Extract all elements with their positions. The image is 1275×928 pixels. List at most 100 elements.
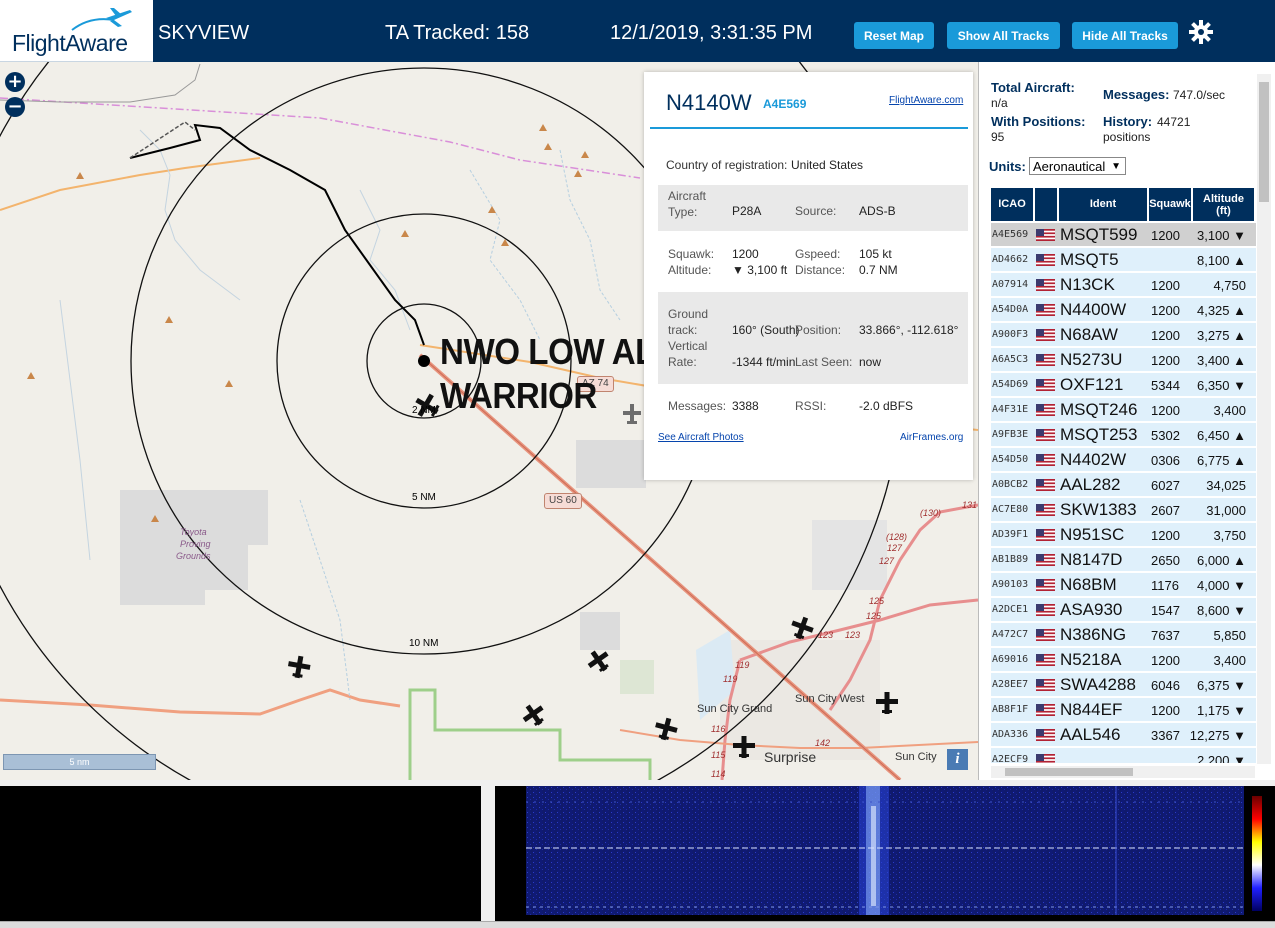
- logo-text: FlightAware: [12, 30, 128, 57]
- row-ident: N4400W: [1060, 300, 1126, 320]
- table-row[interactable]: ADA336AAL546336712,275 ▼: [991, 723, 1256, 747]
- airframes-link[interactable]: AirFrames.org: [900, 432, 963, 443]
- row-altitude: 6,350 ▼: [1181, 378, 1246, 393]
- row-ident: MSQT599: [1060, 225, 1137, 245]
- dropdown-arrow-icon: ▼: [1111, 158, 1121, 175]
- horizontal-scrollbar[interactable]: [991, 766, 1255, 778]
- table-row[interactable]: A2DCE1ASA93015478,600 ▼: [991, 598, 1256, 622]
- hide-all-tracks-button[interactable]: Hide All Tracks: [1072, 22, 1178, 49]
- table-row[interactable]: A69016N5218A12003,400: [991, 648, 1256, 672]
- last-seen-value: now: [859, 355, 881, 369]
- map-info-button[interactable]: i: [947, 749, 968, 770]
- popup-hex[interactable]: A4E569: [763, 97, 806, 111]
- place-label: Sun City Grand: [697, 703, 772, 715]
- column-header-ident[interactable]: Ident: [1059, 188, 1149, 221]
- rssi-label: RSSI:: [795, 399, 826, 413]
- table-row[interactable]: A9FB3EMSQT25353026,450 ▲: [991, 423, 1256, 447]
- row-ident: N5218A: [1060, 650, 1121, 670]
- messages-value: 3388: [732, 399, 759, 413]
- row-altitude: 3,400 ▲: [1181, 353, 1246, 368]
- table-row[interactable]: A54D69OXF12153446,350 ▼: [991, 373, 1256, 397]
- row-ident: N844EF: [1060, 700, 1122, 720]
- row-ident: N8147D: [1060, 550, 1122, 570]
- aircraft-icon[interactable]: [521, 702, 547, 728]
- table-row[interactable]: A54D50N4402W03066,775 ▲: [991, 448, 1256, 472]
- column-header-flag[interactable]: [1035, 188, 1059, 221]
- aircraft-icon[interactable]: [586, 648, 612, 674]
- flightaware-link[interactable]: FlightAware.com: [889, 95, 963, 106]
- row-squawk: 2650: [1151, 553, 1179, 568]
- aircraft-icon[interactable]: [286, 654, 312, 680]
- row-icao: A900F3: [992, 329, 1028, 340]
- aircraft-table: ICAO Ident Squawk Altitude (ft) A4E569MS…: [991, 188, 1256, 763]
- row-icao: A9FB3E: [992, 429, 1028, 440]
- zoom-in-button[interactable]: +: [5, 72, 25, 92]
- route-label: 123: [818, 630, 833, 640]
- row-squawk: 6027: [1151, 478, 1179, 493]
- position-value: 33.866°, -112.618°: [859, 323, 958, 337]
- route-label: 116: [711, 724, 725, 734]
- gear-icon[interactable]: [1189, 20, 1213, 44]
- row-squawk: 1200: [1151, 353, 1179, 368]
- route-label: 119: [723, 674, 737, 684]
- route-label: 115: [711, 750, 725, 760]
- reset-map-button[interactable]: Reset Map: [854, 22, 934, 49]
- flightaware-logo[interactable]: FlightAware: [0, 0, 153, 62]
- table-row[interactable]: AD39F1N951SC12003,750: [991, 523, 1256, 547]
- table-row[interactable]: A4F31EMSQT24612003,400: [991, 398, 1256, 422]
- table-row[interactable]: A90103N68BM11764,000 ▼: [991, 573, 1256, 597]
- aircraft-icon[interactable]: [789, 615, 815, 641]
- table-row[interactable]: AB1B89 N8147D 26506,000 ▲: [991, 548, 1256, 572]
- us-flag-icon: [1036, 404, 1055, 416]
- table-row[interactable]: A28EE7SWA428860466,375 ▼: [991, 673, 1256, 697]
- aircraft-photos-link[interactable]: See Aircraft Photos: [658, 432, 744, 443]
- table-row[interactable]: AD4662MSQT58,100 ▲: [991, 248, 1256, 272]
- us-flag-icon: [1036, 229, 1055, 241]
- table-row[interactable]: AB8F1FN844EF12001,175 ▼: [991, 698, 1256, 722]
- us-flag-icon: [1036, 604, 1055, 616]
- aircraft-icon[interactable]: [731, 734, 757, 760]
- us-flag-icon: [1036, 329, 1055, 341]
- table-row[interactable]: A4E569MSQT59912003,100 ▼: [991, 223, 1256, 247]
- zoom-out-button[interactable]: −: [5, 97, 25, 117]
- column-header-squawk[interactable]: Squawk: [1149, 188, 1193, 221]
- table-row[interactable]: A472C7N386NG76375,850: [991, 623, 1256, 647]
- row-icao: A69016: [992, 654, 1028, 665]
- table-row[interactable]: A0BCB2AAL282602734,025: [991, 473, 1256, 497]
- us-flag-icon: [1036, 279, 1055, 291]
- row-icao: AB1B89: [992, 554, 1028, 565]
- popup-divider: [650, 127, 968, 129]
- units-select[interactable]: Aeronautical ▼: [1029, 157, 1126, 175]
- us-flag-icon: [1036, 629, 1055, 641]
- column-header-altitude[interactable]: Altitude (ft): [1193, 188, 1256, 221]
- position-label: Position:: [795, 323, 841, 337]
- table-row[interactable]: A6A5C3N5273U12003,400 ▲: [991, 348, 1256, 372]
- table-row[interactable]: A900F3N68AW12003,275 ▲: [991, 323, 1256, 347]
- row-altitude: 4,000 ▼: [1181, 578, 1246, 593]
- table-row[interactable]: A2ECF92,200 ▼: [991, 748, 1256, 763]
- aircraft-icon[interactable]: [874, 690, 900, 716]
- scrollbar-thumb[interactable]: [1005, 768, 1133, 776]
- table-row[interactable]: A07914N13CK12004,750: [991, 273, 1256, 297]
- messages-rate-value: 747.0/sec: [1173, 88, 1225, 102]
- table-row[interactable]: AC7E80SKW1383260731,000: [991, 498, 1256, 522]
- row-altitude: 6,000 ▲: [1181, 553, 1246, 568]
- route-label: 142: [815, 738, 830, 748]
- row-altitude: 3,400: [1181, 403, 1246, 418]
- us-flag-icon: [1036, 754, 1055, 763]
- us-flag-icon: [1036, 704, 1055, 716]
- row-icao: A0BCB2: [992, 479, 1028, 490]
- column-header-icao[interactable]: ICAO: [991, 188, 1035, 221]
- aircraft-icon[interactable]: [653, 716, 679, 742]
- table-row[interactable]: A54D0AN4400W12004,325 ▲: [991, 298, 1256, 322]
- row-squawk: 1200: [1151, 228, 1179, 243]
- route-label: 125: [869, 596, 884, 606]
- row-ident: N4402W: [1060, 450, 1126, 470]
- row-ident: SWA4288: [1060, 675, 1136, 695]
- vertical-scrollbar[interactable]: [1257, 74, 1271, 764]
- scrollbar-thumb[interactable]: [1259, 82, 1269, 202]
- show-all-tracks-button[interactable]: Show All Tracks: [947, 22, 1060, 49]
- country-value: United States: [791, 158, 863, 172]
- current-datetime: 12/1/2019, 3:31:35 PM: [610, 22, 812, 45]
- place-label: Toyota: [180, 527, 207, 537]
